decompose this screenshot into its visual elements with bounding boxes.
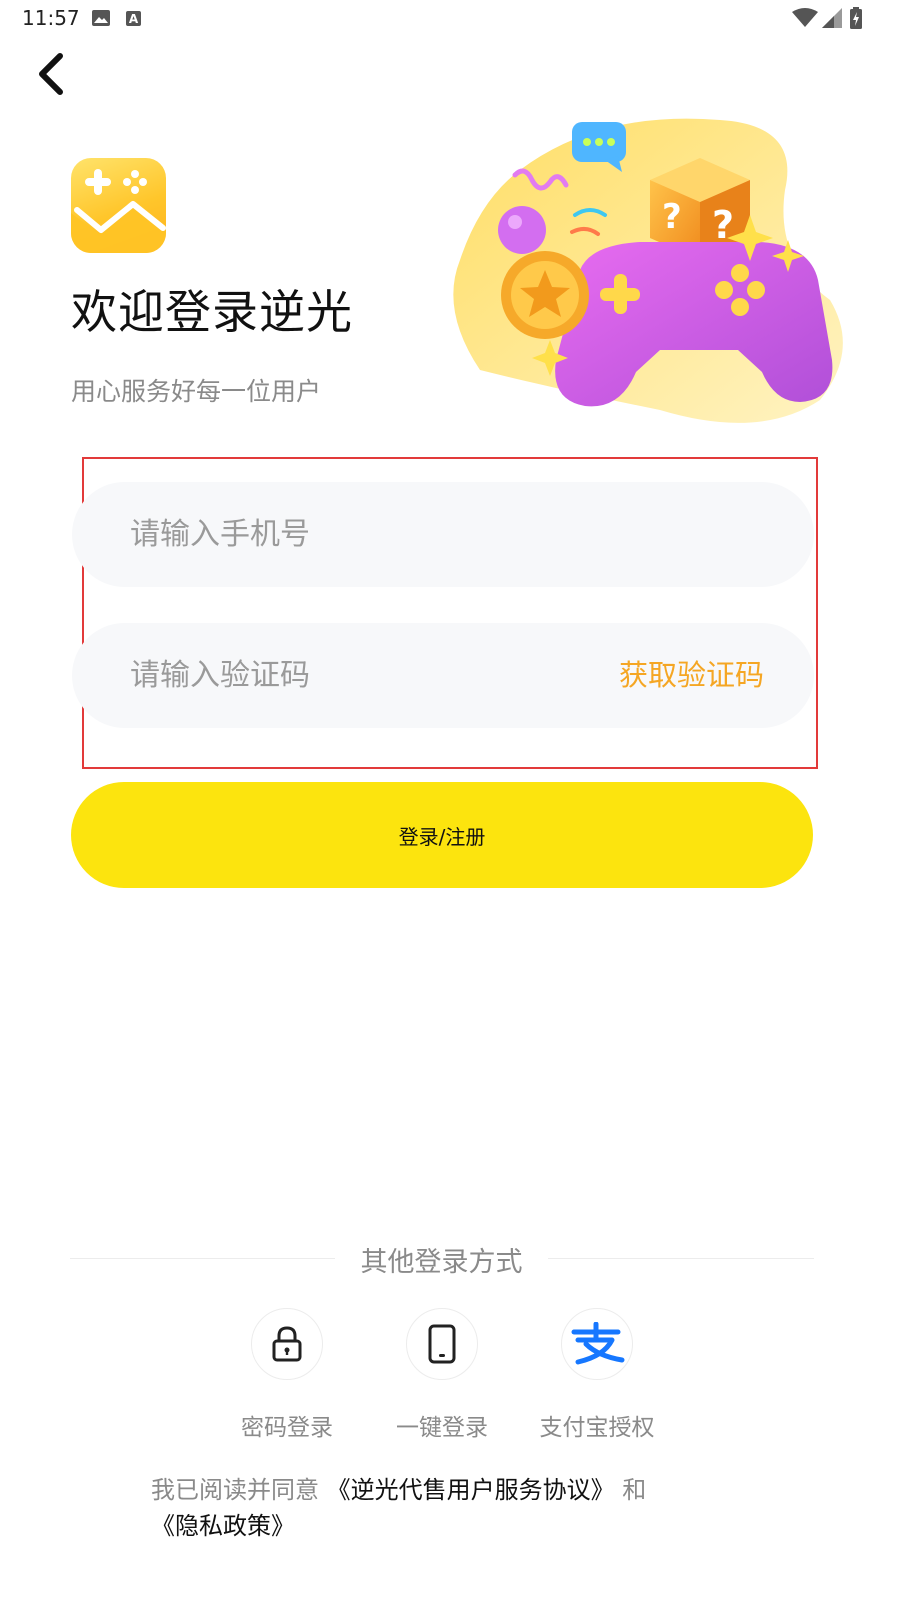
other-login-title: 其他登录方式 [360,1247,523,1278]
phone-input[interactable] [130,482,770,587]
phone-field [72,482,814,587]
page-title: 欢迎登录逆光 [71,285,353,339]
login-register-button[interactable]: 登录/注册 [71,782,813,888]
divider-right [548,1258,814,1259]
one-key-login-label: 一键登录 [396,1415,488,1441]
image-notification-icon [92,10,110,26]
page-subtitle: 用心服务好每一位用户 [71,377,322,406]
a-notification-icon: A [126,11,141,26]
gamepad-logo-icon [71,169,166,253]
battery-icon [850,7,862,29]
alipay-login-option[interactable]: 支付宝授权 [522,1308,672,1442]
divider-left [70,1258,335,1259]
alipay-login-label: 支付宝授权 [539,1415,655,1441]
status-time: 11:57 [22,6,80,30]
password-login-label: 密码登录 [241,1415,333,1441]
agreement-and: 和 [622,1476,647,1504]
back-button[interactable] [28,48,76,100]
status-bar: 11:57 A [0,0,900,40]
agreement-text: 我已阅读并同意 《逆光代售用户服务协议》 和 《隐私政策》 [151,1472,791,1544]
wifi-icon [792,8,818,27]
one-key-login-option[interactable]: 一键登录 [367,1308,517,1442]
password-login-option[interactable]: 密码登录 [212,1308,362,1442]
get-code-button[interactable]: 获取验证码 [619,623,764,728]
one-key-login-button[interactable] [406,1308,478,1380]
lock-icon [272,1326,302,1362]
privacy-policy-link[interactable]: 《隐私政策》 [151,1512,295,1540]
svg-text:?: ? [662,197,682,237]
service-agreement-link[interactable]: 《逆光代售用户服务协议》 [327,1476,615,1504]
game-illustration: ? ? [453,118,843,423]
agreement-prefix: 我已阅读并同意 [151,1476,319,1504]
alipay-icon [571,1322,625,1365]
alipay-login-button[interactable] [561,1308,633,1380]
verification-code-input[interactable] [130,623,570,728]
phone-icon [428,1324,456,1364]
app-logo [71,158,166,253]
signal-icon [822,8,842,28]
password-login-button[interactable] [251,1308,323,1380]
code-field: 获取验证码 [72,623,814,728]
svg-text:?: ? [712,203,734,247]
